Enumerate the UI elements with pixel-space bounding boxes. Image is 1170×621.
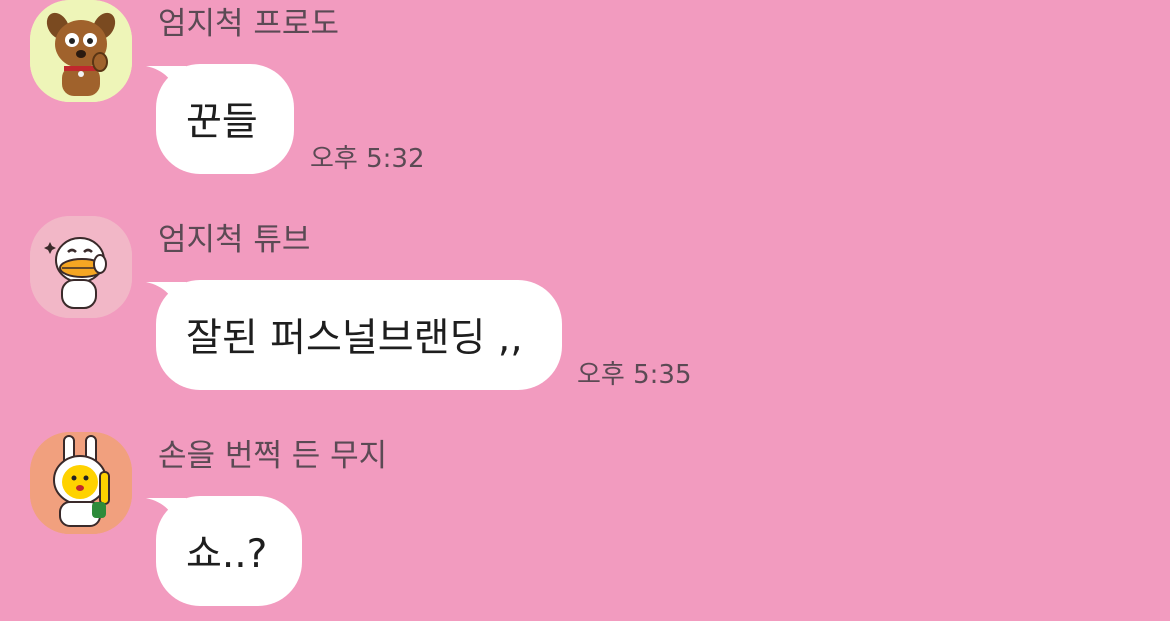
frodo-dog-icon[interactable]	[30, 0, 132, 102]
message-time: 오후 5:35	[577, 360, 692, 390]
sender-name: 엄지척 프로도	[158, 6, 339, 42]
chat-thread: 엄지척 프로도 꾼들 오후 5:32 엄지척 튜브 잘된 퍼스널브랜딩 ,, 오…	[0, 0, 1170, 621]
tube-duck-icon[interactable]	[30, 216, 132, 318]
message-text: 꾼들	[186, 100, 258, 145]
message-bubble[interactable]: 잘된 퍼스널브랜딩 ,,	[156, 280, 562, 390]
message-text: 잘된 퍼스널브랜딩 ,,	[186, 316, 523, 361]
sender-name: 엄지척 튜브	[158, 222, 311, 258]
message-bubble[interactable]: 꾼들	[156, 64, 294, 174]
sender-name: 손을 번쩍 든 무지	[158, 438, 388, 474]
muzi-rabbit-icon[interactable]	[30, 432, 132, 534]
message-bubble[interactable]: 쇼..?	[156, 496, 302, 606]
message-text: 쇼..?	[186, 532, 268, 577]
message-time: 오후 5:32	[310, 144, 425, 174]
